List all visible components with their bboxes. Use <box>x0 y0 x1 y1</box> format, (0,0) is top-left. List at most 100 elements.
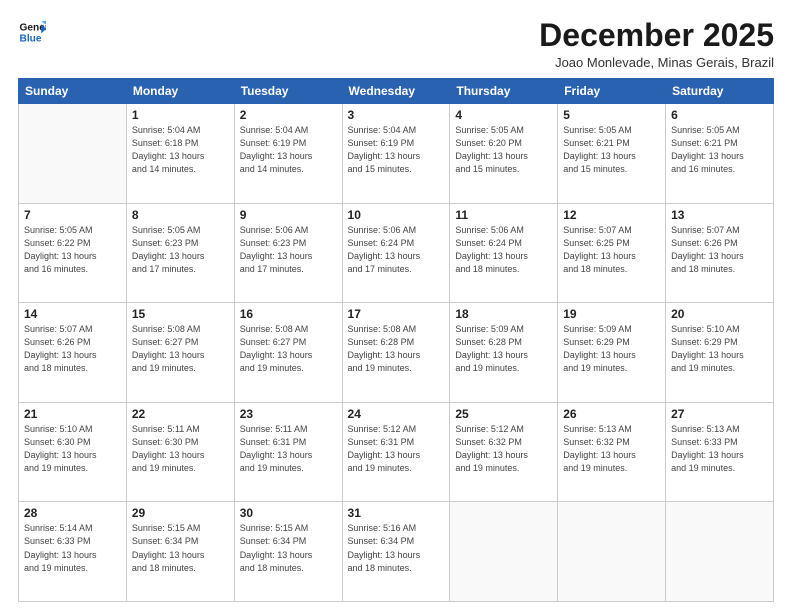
day-number: 23 <box>240 407 337 421</box>
day-info: Sunrise: 5:11 AM Sunset: 6:31 PM Dayligh… <box>240 423 337 475</box>
day-info: Sunrise: 5:05 AM Sunset: 6:21 PM Dayligh… <box>671 124 768 176</box>
day-number: 12 <box>563 208 660 222</box>
day-number: 3 <box>348 108 445 122</box>
calendar-day: 24 Sunrise: 5:12 AM Sunset: 6:31 PM Dayli… <box>342 402 450 502</box>
calendar-day: 20 Sunrise: 5:10 AM Sunset: 6:29 PM Dayli… <box>666 303 774 403</box>
day-number: 17 <box>348 307 445 321</box>
calendar-day: 19 Sunrise: 5:09 AM Sunset: 6:29 PM Dayli… <box>558 303 666 403</box>
calendar-day: 5 Sunrise: 5:05 AM Sunset: 6:21 PM Daylig… <box>558 104 666 204</box>
calendar-day: 22 Sunrise: 5:11 AM Sunset: 6:30 PM Dayli… <box>126 402 234 502</box>
day-info: Sunrise: 5:16 AM Sunset: 6:34 PM Dayligh… <box>348 522 445 574</box>
day-number: 1 <box>132 108 229 122</box>
calendar-day: 23 Sunrise: 5:11 AM Sunset: 6:31 PM Dayli… <box>234 402 342 502</box>
calendar-day: 2Sunrise: 5:04 AM Sunset: 6:19 PM Daylig… <box>234 104 342 204</box>
calendar-day: 27 Sunrise: 5:13 AM Sunset: 6:33 PM Dayli… <box>666 402 774 502</box>
day-number: 6 <box>671 108 768 122</box>
day-info: Sunrise: 5:10 AM Sunset: 6:29 PM Dayligh… <box>671 323 768 375</box>
col-saturday: Saturday <box>666 79 774 104</box>
day-number: 9 <box>240 208 337 222</box>
day-number: 22 <box>132 407 229 421</box>
day-info: Sunrise: 5:13 AM Sunset: 6:32 PM Dayligh… <box>563 423 660 475</box>
calendar-day: 12 Sunrise: 5:07 AM Sunset: 6:25 PM Dayli… <box>558 203 666 303</box>
calendar-table: Sunday Monday Tuesday Wednesday Thursday… <box>18 78 774 602</box>
calendar-day: 17 Sunrise: 5:08 AM Sunset: 6:28 PM Dayli… <box>342 303 450 403</box>
day-info: Sunrise: 5:14 AM Sunset: 6:33 PM Dayligh… <box>24 522 121 574</box>
day-number: 18 <box>455 307 552 321</box>
calendar-day: 1 Sunrise: 5:04 AM Sunset: 6:18 PM Daylig… <box>126 104 234 204</box>
day-number: 15 <box>132 307 229 321</box>
day-number: 5 <box>563 108 660 122</box>
day-info: Sunrise: 5:07 AM Sunset: 6:26 PM Dayligh… <box>24 323 121 375</box>
day-number: 20 <box>671 307 768 321</box>
calendar-day: 8 Sunrise: 5:05 AM Sunset: 6:23 PM Daylig… <box>126 203 234 303</box>
day-number: 10 <box>348 208 445 222</box>
calendar-day: 11Sunrise: 5:06 AM Sunset: 6:24 PM Dayli… <box>450 203 558 303</box>
col-thursday: Thursday <box>450 79 558 104</box>
day-info: Sunrise: 5:09 AM Sunset: 6:29 PM Dayligh… <box>563 323 660 375</box>
day-number: 24 <box>348 407 445 421</box>
day-number: 13 <box>671 208 768 222</box>
calendar-day: 7Sunrise: 5:05 AM Sunset: 6:22 PM Daylig… <box>19 203 127 303</box>
day-number: 25 <box>455 407 552 421</box>
calendar-day: 4 Sunrise: 5:05 AM Sunset: 6:20 PM Daylig… <box>450 104 558 204</box>
day-info: Sunrise: 5:07 AM Sunset: 6:26 PM Dayligh… <box>671 224 768 276</box>
calendar-day: 31 Sunrise: 5:16 AM Sunset: 6:34 PM Dayli… <box>342 502 450 602</box>
day-info: Sunrise: 5:12 AM Sunset: 6:31 PM Dayligh… <box>348 423 445 475</box>
day-number: 26 <box>563 407 660 421</box>
day-info: Sunrise: 5:08 AM Sunset: 6:27 PM Dayligh… <box>132 323 229 375</box>
calendar-day: 10 Sunrise: 5:06 AM Sunset: 6:24 PM Dayli… <box>342 203 450 303</box>
day-number: 16 <box>240 307 337 321</box>
day-info: Sunrise: 5:05 AM Sunset: 6:21 PM Dayligh… <box>563 124 660 176</box>
day-number: 27 <box>671 407 768 421</box>
day-number: 14 <box>24 307 121 321</box>
day-number: 29 <box>132 506 229 520</box>
day-number: 2 <box>240 108 337 122</box>
day-info: Sunrise: 5:09 AM Sunset: 6:28 PM Dayligh… <box>455 323 552 375</box>
day-info: Sunrise: 5:04 AM Sunset: 6:18 PM Dayligh… <box>132 124 229 176</box>
calendar-day: 15 Sunrise: 5:08 AM Sunset: 6:27 PM Dayli… <box>126 303 234 403</box>
day-info: Sunrise: 5:05 AM Sunset: 6:23 PM Dayligh… <box>132 224 229 276</box>
col-friday: Friday <box>558 79 666 104</box>
day-number: 8 <box>132 208 229 222</box>
col-monday: Monday <box>126 79 234 104</box>
calendar-header-row: Sunday Monday Tuesday Wednesday Thursday… <box>19 79 774 104</box>
calendar-day: 29 Sunrise: 5:15 AM Sunset: 6:34 PM Dayli… <box>126 502 234 602</box>
calendar-day: 26 Sunrise: 5:13 AM Sunset: 6:32 PM Dayli… <box>558 402 666 502</box>
day-info: Sunrise: 5:05 AM Sunset: 6:22 PM Dayligh… <box>24 224 121 276</box>
calendar-day: 9Sunrise: 5:06 AM Sunset: 6:23 PM Daylig… <box>234 203 342 303</box>
day-info: Sunrise: 5:15 AM Sunset: 6:34 PM Dayligh… <box>240 522 337 574</box>
day-info: Sunrise: 5:11 AM Sunset: 6:30 PM Dayligh… <box>132 423 229 475</box>
day-info: Sunrise: 5:06 AM Sunset: 6:24 PM Dayligh… <box>455 224 552 276</box>
day-number: 4 <box>455 108 552 122</box>
page-header: General Blue December 2025 Joao Monlevad… <box>18 18 774 70</box>
day-info: Sunrise: 5:07 AM Sunset: 6:25 PM Dayligh… <box>563 224 660 276</box>
calendar-week-3: 21Sunrise: 5:10 AM Sunset: 6:30 PM Dayli… <box>19 402 774 502</box>
day-info: Sunrise: 5:08 AM Sunset: 6:28 PM Dayligh… <box>348 323 445 375</box>
title-block: December 2025 Joao Monlevade, Minas Gera… <box>539 18 774 70</box>
day-info: Sunrise: 5:13 AM Sunset: 6:33 PM Dayligh… <box>671 423 768 475</box>
calendar-day <box>450 502 558 602</box>
day-info: Sunrise: 5:05 AM Sunset: 6:20 PM Dayligh… <box>455 124 552 176</box>
day-number: 30 <box>240 506 337 520</box>
calendar-day: 16Sunrise: 5:08 AM Sunset: 6:27 PM Dayli… <box>234 303 342 403</box>
calendar-day: 28Sunrise: 5:14 AM Sunset: 6:33 PM Dayli… <box>19 502 127 602</box>
calendar-day <box>558 502 666 602</box>
calendar-day: 13 Sunrise: 5:07 AM Sunset: 6:26 PM Dayli… <box>666 203 774 303</box>
calendar-day: 6 Sunrise: 5:05 AM Sunset: 6:21 PM Daylig… <box>666 104 774 204</box>
calendar-day: 3Sunrise: 5:04 AM Sunset: 6:19 PM Daylig… <box>342 104 450 204</box>
calendar-day <box>666 502 774 602</box>
day-number: 31 <box>348 506 445 520</box>
day-number: 19 <box>563 307 660 321</box>
calendar-day: 14 Sunrise: 5:07 AM Sunset: 6:26 PM Dayli… <box>19 303 127 403</box>
col-tuesday: Tuesday <box>234 79 342 104</box>
day-info: Sunrise: 5:15 AM Sunset: 6:34 PM Dayligh… <box>132 522 229 574</box>
month-title: December 2025 <box>539 18 774 53</box>
svg-text:Blue: Blue <box>20 33 42 44</box>
calendar-week-1: 7Sunrise: 5:05 AM Sunset: 6:22 PM Daylig… <box>19 203 774 303</box>
location: Joao Monlevade, Minas Gerais, Brazil <box>539 55 774 70</box>
day-info: Sunrise: 5:06 AM Sunset: 6:24 PM Dayligh… <box>348 224 445 276</box>
calendar-day: 21Sunrise: 5:10 AM Sunset: 6:30 PM Dayli… <box>19 402 127 502</box>
day-info: Sunrise: 5:12 AM Sunset: 6:32 PM Dayligh… <box>455 423 552 475</box>
calendar-day: 30 Sunrise: 5:15 AM Sunset: 6:34 PM Dayli… <box>234 502 342 602</box>
calendar-day: 18 Sunrise: 5:09 AM Sunset: 6:28 PM Dayli… <box>450 303 558 403</box>
